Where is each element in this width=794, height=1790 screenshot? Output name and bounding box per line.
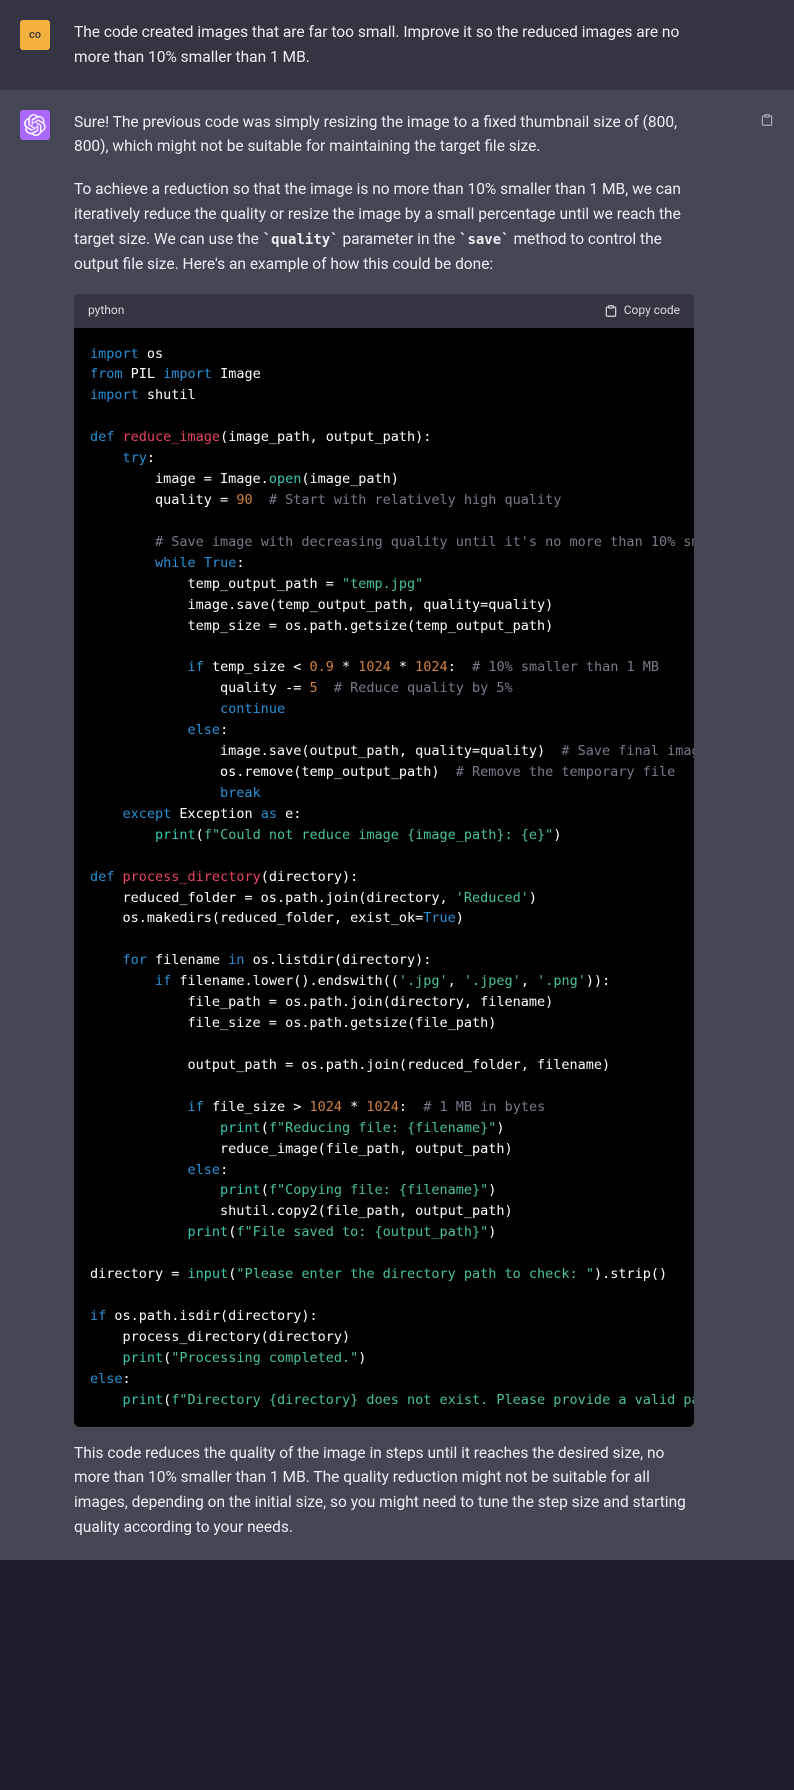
user-message: co The code created images that are far …: [0, 0, 794, 90]
inline-code-save: `save`: [459, 232, 510, 248]
user-content: The code created images that are far too…: [74, 20, 694, 70]
clipboard-icon: [760, 113, 774, 127]
code-block-header: python Copy code: [74, 294, 694, 327]
assistant-message: Sure! The previous code was simply resiz…: [0, 90, 794, 1560]
user-text: The code created images that are far too…: [74, 20, 694, 70]
user-avatar-text: co: [29, 26, 41, 44]
copy-code-button[interactable]: Copy code: [604, 301, 680, 320]
copy-code-label: Copy code: [624, 301, 680, 320]
code-language-label: python: [88, 301, 124, 320]
copy-message-button[interactable]: [760, 110, 774, 135]
assistant-content: Sure! The previous code was simply resiz…: [74, 110, 694, 1540]
inline-code-quality: `quality`: [263, 232, 339, 248]
assistant-outro: This code reduces the quality of the ima…: [74, 1441, 694, 1540]
code-content[interactable]: import os from PIL import Image import s…: [74, 328, 694, 1427]
clipboard-icon: [604, 304, 618, 318]
assistant-avatar: [20, 110, 50, 140]
assistant-intro-1: Sure! The previous code was simply resiz…: [74, 110, 694, 160]
code-block: python Copy code import os from PIL impo…: [74, 294, 694, 1426]
openai-logo-icon: [24, 114, 46, 136]
user-avatar: co: [20, 20, 50, 50]
assistant-intro-2: To achieve a reduction so that the image…: [74, 177, 694, 276]
